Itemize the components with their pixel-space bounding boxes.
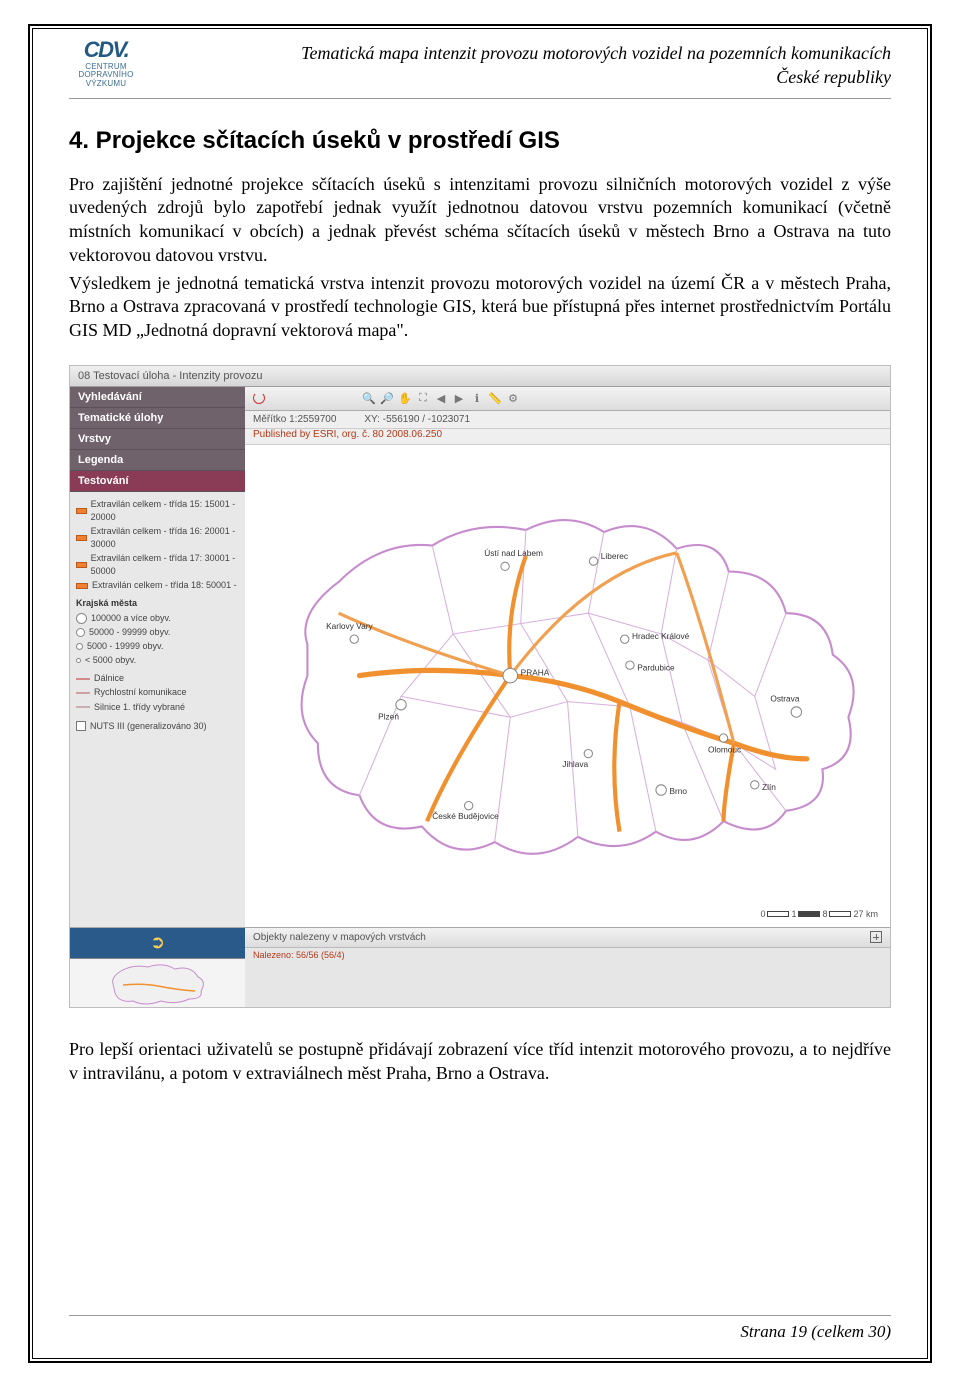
overview-map[interactable]: [70, 959, 245, 1007]
legend-city-1: 100000 a více obyv.: [91, 612, 171, 625]
pan-icon[interactable]: ✋: [397, 390, 413, 406]
prev-icon[interactable]: ◀: [433, 390, 449, 406]
zoom-in-icon[interactable]: 🔍: [361, 390, 377, 406]
legend-road-3: Silnice 1. třídy vybrané: [94, 701, 185, 714]
logo: CDV. CENTRUM DOPRAVNÍHO VÝZKUMU: [69, 37, 143, 88]
svg-text:Brno: Brno: [669, 786, 687, 796]
sidebar-item-layers[interactable]: Vrstvy: [70, 429, 245, 450]
gis-sidebar: Vyhledávání Tematické úlohy Vrstvy Legen…: [70, 387, 245, 927]
legend-line-4: Extravilán celkem - třída 18: 50001 -: [92, 579, 237, 592]
map-scalebar: 0 1 8 27 km: [760, 909, 878, 919]
section-heading: 4. Projekce sčítacích úseků v prostředí …: [69, 127, 891, 155]
document-title: Tematická mapa intenzit provozu motorový…: [157, 37, 891, 90]
svg-text:Ústí nad Labem: Ústí nad Labem: [484, 548, 543, 558]
paragraph-2: Výsledkem je jednotná tematická vrstva i…: [69, 272, 891, 343]
gis-footer: ➲ Objekty nalezeny v mapových vrstvách N…: [70, 927, 890, 1007]
sidebar-item-legend[interactable]: Legenda: [70, 450, 245, 471]
map-svg: PRAHA Brno Ostrava Plzeň Karlovy Vary Ús…: [245, 445, 890, 927]
legend-road-2: Rychlostní komunikace: [94, 686, 187, 699]
legend-heading-cities: Krajská města: [76, 597, 239, 610]
svg-text:České Budějovice: České Budějovice: [432, 811, 499, 821]
results-title: Objekty nalezeny v mapových vrstvách: [253, 932, 426, 943]
zoom-out-icon[interactable]: 🔎: [379, 390, 395, 406]
map-scale: Měřítko 1:2559700: [253, 414, 336, 425]
legend-panel: Extravilán celkem - třída 15: 15001 - 20…: [70, 492, 245, 927]
legend-road-1: Dálnice: [94, 672, 124, 685]
logo-mark: CDV.: [84, 37, 129, 63]
gis-toolbar: 🔍 🔎 ✋ ⛶ ◀ ▶ ℹ 📏 ⚙: [245, 387, 890, 411]
page-number: Strana 19 (celkem 30): [740, 1322, 891, 1341]
sidebar-item-testing[interactable]: Testování: [70, 471, 245, 492]
svg-text:Liberec: Liberec: [601, 551, 628, 561]
expand-icon[interactable]: [870, 931, 882, 943]
next-icon[interactable]: ▶: [451, 390, 467, 406]
legend-line-2: Extravilán celkem - třída 16: 20001 - 30…: [91, 525, 239, 551]
gis-window-title: 08 Testovací úloha - Intenzity provozu: [70, 366, 890, 387]
sidebar-item-search[interactable]: Vyhledávání: [70, 387, 245, 408]
svg-text:Jihlava: Jihlava: [562, 759, 588, 769]
arrow-icon[interactable]: ➲: [70, 928, 245, 959]
gis-published-line: Published by ESRI, org. č. 80 2008.06.25…: [245, 429, 890, 445]
paragraph-3: Pro lepší orientaci uživatelů se postupn…: [69, 1038, 891, 1086]
legend-line-3: Extravilán celkem - třída 17: 30001 - 50…: [91, 552, 239, 578]
logo-caption: CENTRUM DOPRAVNÍHO VÝZKUMU: [78, 63, 133, 88]
svg-text:PRAHA: PRAHA: [521, 667, 550, 677]
legend-city-2: 50000 - 99999 obyv.: [89, 626, 170, 639]
page-footer: Strana 19 (celkem 30): [69, 1315, 891, 1342]
info-icon[interactable]: ℹ: [469, 390, 485, 406]
legend-checkbox-nuts[interactable]: NUTS III (generalizováno 30): [76, 720, 239, 733]
legend-city-4: < 5000 obyv.: [85, 654, 136, 667]
results-count: Nalezeno: 56/56 (56/4): [245, 948, 890, 962]
svg-text:Karlovy Vary: Karlovy Vary: [326, 621, 373, 631]
gis-screenshot: 08 Testovací úloha - Intenzity provozu V…: [69, 365, 891, 1008]
svg-text:Plzeň: Plzeň: [378, 711, 399, 721]
svg-text:Zlín: Zlín: [762, 782, 776, 792]
map-coords: XY: -556190 / -1023071: [364, 414, 470, 425]
legend-line-1: Extravilán celkem - třída 15: 15001 - 20…: [91, 498, 239, 524]
extent-icon[interactable]: ⛶: [415, 390, 431, 406]
gis-infobar: Měřítko 1:2559700 XY: -556190 / -1023071: [245, 411, 890, 429]
svg-text:Ostrava: Ostrava: [770, 693, 799, 703]
measure-icon[interactable]: 📏: [487, 390, 503, 406]
svg-text:Olomouc: Olomouc: [708, 744, 741, 754]
page-header: CDV. CENTRUM DOPRAVNÍHO VÝZKUMU Tematick…: [69, 37, 891, 99]
legend-city-3: 5000 - 19999 obyv.: [87, 640, 163, 653]
gis-map-canvas[interactable]: PRAHA Brno Ostrava Plzeň Karlovy Vary Ús…: [245, 445, 890, 927]
tool-icon[interactable]: ⚙: [505, 390, 521, 406]
svg-text:Hradec Králové: Hradec Králové: [632, 631, 690, 641]
reload-icon[interactable]: [251, 390, 267, 406]
sidebar-item-themes[interactable]: Tematické úlohy: [70, 408, 245, 429]
paragraph-1: Pro zajištění jednotné projekce sčítacíc…: [69, 173, 891, 268]
svg-text:Pardubice: Pardubice: [637, 662, 675, 672]
